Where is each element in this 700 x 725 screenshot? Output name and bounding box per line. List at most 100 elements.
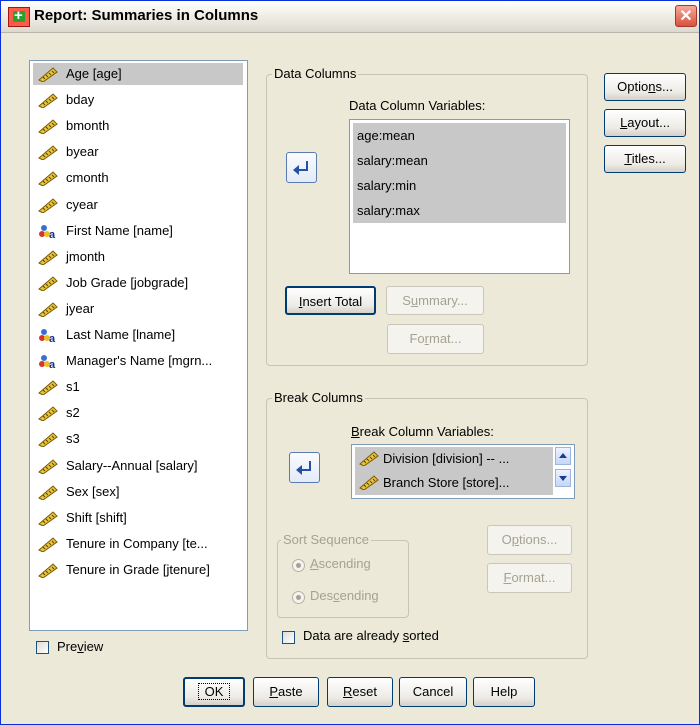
ruler-icon [38, 432, 58, 448]
variable-label: Tenure in Grade [jtenure] [66, 561, 210, 577]
break-column-variables-label: Break Column Variables: [351, 424, 494, 439]
list-item[interactable]: a Manager's Name [mgrn... [33, 350, 212, 372]
list-item[interactable]: Shift [shift] [33, 507, 127, 529]
move-to-data-columns-button[interactable] [286, 152, 317, 183]
insert-total-button[interactable]: Insert Total [285, 286, 376, 315]
ruler-icon [38, 302, 58, 317]
ruler-icon [38, 145, 58, 161]
list-item[interactable]: salary:max [353, 198, 566, 223]
break-format-button[interactable]: Format... [487, 563, 572, 593]
variable-label: First Name [name] [66, 222, 173, 238]
variable-label: jyear [66, 300, 95, 316]
list-item[interactable]: a Last Name [lname] [33, 324, 175, 346]
variable-label: cmonth [66, 170, 109, 186]
dialog-window: Report: Summaries in Columns ✕ Age [age]… [0, 0, 700, 725]
ruler-icon [38, 276, 58, 291]
variable-label: s1 [66, 379, 80, 395]
caret-down-icon [559, 476, 567, 481]
options-button[interactable]: Options... [604, 73, 686, 101]
ruler-icon [38, 119, 58, 135]
list-item[interactable]: bmonth [33, 115, 109, 137]
variable-label: bmonth [66, 118, 110, 134]
nominal-string-icon: a [39, 329, 56, 343]
cancel-button[interactable]: Cancel [399, 677, 467, 707]
data-columns-legend: Data Columns [272, 66, 359, 81]
app-icon [8, 7, 30, 27]
variable-label: s2 [66, 405, 80, 421]
list-item[interactable]: s2 [33, 402, 80, 424]
list-item[interactable]: cmonth [33, 167, 109, 189]
break-columns-group: Break Columns Break Column Variables: Di… [266, 390, 588, 659]
already-sorted-checkbox[interactable] [282, 631, 295, 644]
scroll-down-button[interactable] [555, 469, 571, 487]
list-item[interactable]: jmonth [33, 246, 105, 268]
variable-label: s3 [66, 431, 80, 447]
list-item[interactable]: a First Name [name] [33, 220, 173, 242]
scroll-up-button[interactable] [555, 447, 571, 465]
close-button[interactable]: ✕ [675, 5, 697, 27]
ok-button[interactable]: OK [183, 677, 245, 707]
title-bar[interactable]: Report: Summaries in Columns ✕ [1, 1, 699, 33]
ruler-icon [38, 537, 58, 552]
variable-label: Tenure in Company [te... [66, 535, 208, 551]
list-item[interactable]: Sex [sex] [33, 481, 119, 503]
list-item[interactable]: salary:mean [353, 148, 566, 173]
arrow-left-icon [296, 461, 311, 475]
variable-label: Age [age] [66, 66, 122, 81]
list-item[interactable]: Tenure in Grade [jtenure] [33, 559, 210, 581]
ruler-icon [38, 458, 58, 474]
ruler-icon [38, 250, 58, 265]
ruler-icon [38, 406, 58, 422]
preview-checkbox[interactable] [36, 641, 49, 654]
ruler-icon [38, 380, 58, 396]
sort-sequence-group: Sort Sequence Ascending Descending [277, 532, 409, 618]
list-item[interactable]: s1 [33, 376, 80, 398]
list-item[interactable]: Tenure in Company [te... [33, 533, 208, 555]
ruler-icon [38, 484, 58, 500]
already-sorted-label: Data are already sorted [303, 628, 439, 643]
ruler-icon [38, 93, 58, 109]
list-item[interactable]: salary:min [353, 173, 566, 198]
list-item[interactable]: Salary--Annual [salary] [33, 455, 198, 477]
paste-button[interactable]: Paste [253, 677, 319, 707]
variable-label: Last Name [lname] [66, 327, 176, 342]
variable-label: Shift [shift] [66, 509, 127, 525]
summary-button[interactable]: Summary... [386, 286, 484, 315]
list-item[interactable]: jyear [33, 298, 94, 320]
variable-list[interactable]: Age [age] bday bmonth byear cmonth cyear a Firs… [29, 60, 248, 631]
variable-label: jmonth [66, 248, 106, 264]
variable-label: Job Grade [jobgrade] [66, 274, 189, 290]
layout-button[interactable]: Layout... [604, 109, 686, 137]
list-item[interactable]: Division [division] -- ... [355, 447, 553, 471]
list-item[interactable]: s3 [33, 428, 80, 450]
break-column-variables-list[interactable]: Division [division] -- ... Branch Store … [351, 444, 575, 499]
ascending-radio[interactable] [292, 559, 305, 572]
svg-text:a: a [49, 359, 56, 369]
list-item[interactable]: cyear [33, 194, 98, 216]
list-item[interactable]: bday [33, 89, 94, 111]
list-item[interactable]: Job Grade [jobgrade] [33, 272, 188, 294]
format-button[interactable]: Format... [387, 324, 484, 354]
sort-sequence-legend: Sort Sequence [281, 532, 372, 547]
list-item[interactable]: Age [age] [33, 63, 243, 85]
variable-label: cyear [66, 196, 98, 212]
data-columns-group: Data Columns Data Column Variables: age:… [266, 66, 588, 366]
variable-label: Salary--Annual [salary] [66, 457, 198, 473]
descending-radio[interactable] [292, 591, 305, 604]
variable-label: Manager's Name [mgrn... [66, 353, 213, 369]
variable-label: Sex [sex] [66, 483, 120, 499]
list-item[interactable]: Branch Store [store]... [355, 471, 553, 495]
reset-button[interactable]: Reset [327, 677, 393, 707]
ruler-icon [359, 451, 379, 466]
list-item[interactable]: byear [33, 141, 99, 163]
ascending-label: Ascending [310, 556, 371, 571]
preview-label: Preview [57, 639, 104, 654]
data-column-variables-list[interactable]: age:mean salary:mean salary:min salary:m… [349, 119, 570, 274]
break-options-button[interactable]: Options... [487, 525, 572, 555]
titles-button[interactable]: Titles... [604, 145, 686, 173]
list-item[interactable]: age:mean [353, 123, 566, 148]
break-columns-legend: Break Columns [272, 390, 365, 405]
ruler-icon [359, 475, 379, 490]
help-button[interactable]: Help [473, 677, 535, 707]
move-to-break-columns-button[interactable] [289, 452, 320, 483]
